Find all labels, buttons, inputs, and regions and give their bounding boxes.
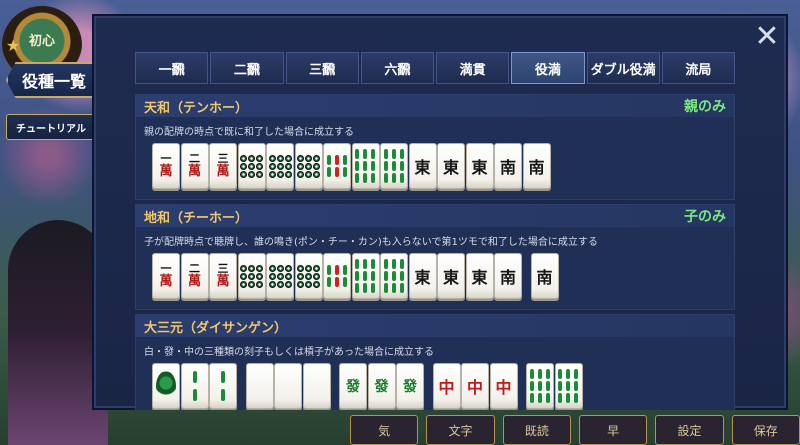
yaku-tabs: 一飜 二飜 三飜 六飜 満貫 役満 ダブル役満 流局: [135, 52, 735, 84]
tile-sou: [323, 143, 351, 189]
tile-sou: [351, 143, 380, 189]
tile-sou: [323, 253, 351, 299]
tile-pin: [237, 143, 266, 189]
yaku-name: 地和（チーホー）: [144, 210, 249, 226]
tile-white-dragon: [302, 363, 331, 409]
tile-green-dragon: 發: [396, 363, 424, 409]
yaku-description: 子が配牌時点で聴牌し、誰の鳴き(ポン・チー・カン)も入らないで第1ツモで和了した…: [144, 237, 598, 248]
yaku-list[interactable]: 天和（テンホー） 親のみ 親の配牌の時点で既に和了した場合に成立する 一萬 二萬…: [135, 94, 735, 410]
tile-south: 南: [522, 143, 551, 189]
tile-south-winning: 南: [530, 253, 559, 299]
tile-sou: [380, 253, 408, 299]
tile-south: 南: [494, 253, 522, 299]
yaku-header: 天和（テンホー） 親のみ: [136, 95, 734, 117]
tile-hand: 一萬 二萬 三萬 東 東 東 南 南: [136, 139, 734, 199]
tile-3-man: 三萬: [209, 253, 237, 299]
tab-double-yakuman[interactable]: ダブル役満: [586, 52, 660, 84]
close-icon[interactable]: ✕: [754, 22, 780, 52]
star-icon: ★: [6, 36, 21, 55]
yaku-condition-tag: 子のみ: [684, 209, 726, 225]
tile-sou: [380, 143, 408, 189]
tile-1-man: 一萬: [152, 143, 180, 189]
tile-white-dragon: [274, 363, 302, 409]
tile-sou: [526, 363, 554, 409]
tile-red-dragon: 中: [489, 363, 518, 409]
emblem-label: 初心: [28, 34, 55, 49]
tab-6han[interactable]: 六飜: [360, 52, 434, 84]
tile-green-dragon: 發: [339, 363, 367, 409]
tile-pin: [266, 143, 294, 189]
tile-red-dragon: 中: [432, 363, 461, 409]
tile-green-dragon: 發: [367, 363, 396, 409]
tile-2-sou: [209, 363, 237, 409]
tile-east: 東: [465, 143, 494, 189]
tile-red-dragon: 中: [461, 363, 489, 409]
tile-south: 南: [494, 143, 522, 189]
tab-yakuman[interactable]: 役満: [511, 52, 585, 84]
tab-3han[interactable]: 三飜: [285, 52, 359, 84]
yaku-entry: 地和（チーホー） 子のみ 子が配牌時点で聴牌し、誰の鳴き(ポン・チー・カン)も入…: [135, 204, 735, 310]
yaku-description: 白・發・中の三種類の刻子もしくは槓子があった場合に成立する: [144, 347, 434, 358]
tab-ryuukyoku[interactable]: 流局: [661, 52, 735, 84]
tile-white-dragon: [245, 363, 274, 409]
yaku-name: 天和（テンホー）: [144, 100, 249, 116]
tile-hand: 發 發 發 中 中 中: [136, 359, 734, 410]
bottom-menu-bar: 気 文字 既読 早 設定 保存: [350, 415, 800, 445]
tile-pin: [294, 253, 323, 299]
tile-1-sou: [152, 363, 180, 409]
bottom-button: 設定: [655, 415, 724, 445]
tile-2-man: 二萬: [180, 143, 209, 189]
tile-pin: [237, 253, 266, 299]
yaku-header: 地和（チーホー） 子のみ: [136, 205, 734, 227]
tab-mangan[interactable]: 満貫: [436, 52, 510, 84]
tile-3-man: 三萬: [209, 143, 237, 189]
bottom-button: 保存: [731, 415, 800, 445]
yaku-condition-tag: 親のみ: [684, 99, 726, 115]
yaku-list-title-button[interactable]: 役種一覧: [6, 62, 102, 98]
tile-1-man: 一萬: [152, 253, 180, 299]
tile-east: 東: [408, 253, 437, 299]
tutorial-button[interactable]: チュートリアル: [6, 114, 96, 140]
tile-sou: [351, 253, 380, 299]
yaku-header: 大三元（ダイサンゲン）: [136, 315, 734, 337]
tab-1han[interactable]: 一飜: [135, 52, 209, 84]
tile-2-sou: [180, 363, 209, 409]
bottom-button: 既読: [502, 415, 571, 445]
tab-2han[interactable]: 二飜: [210, 52, 284, 84]
tile-east: 東: [437, 253, 465, 299]
bottom-button: 気: [350, 415, 419, 445]
bottom-button: 早: [578, 415, 648, 445]
tile-east: 東: [408, 143, 437, 189]
tile-east: 東: [465, 253, 494, 299]
tile-sou: [554, 363, 583, 409]
tile-hand: 一萬 二萬 三萬 東 東 東 南 南: [136, 249, 734, 309]
tile-2-man: 二萬: [180, 253, 209, 299]
tile-pin: [266, 253, 294, 299]
bottom-button: 文字: [426, 415, 495, 445]
tile-pin: [294, 143, 323, 189]
yaku-entry: 大三元（ダイサンゲン） 白・發・中の三種類の刻子もしくは槓子があった場合に成立す…: [135, 314, 735, 410]
yaku-description: 親の配牌の時点で既に和了した場合に成立する: [144, 127, 354, 138]
yaku-name: 大三元（ダイサンゲン）: [144, 320, 288, 336]
yaku-entry: 天和（テンホー） 親のみ 親の配牌の時点で既に和了した場合に成立する 一萬 二萬…: [135, 94, 735, 200]
tile-east: 東: [437, 143, 465, 189]
